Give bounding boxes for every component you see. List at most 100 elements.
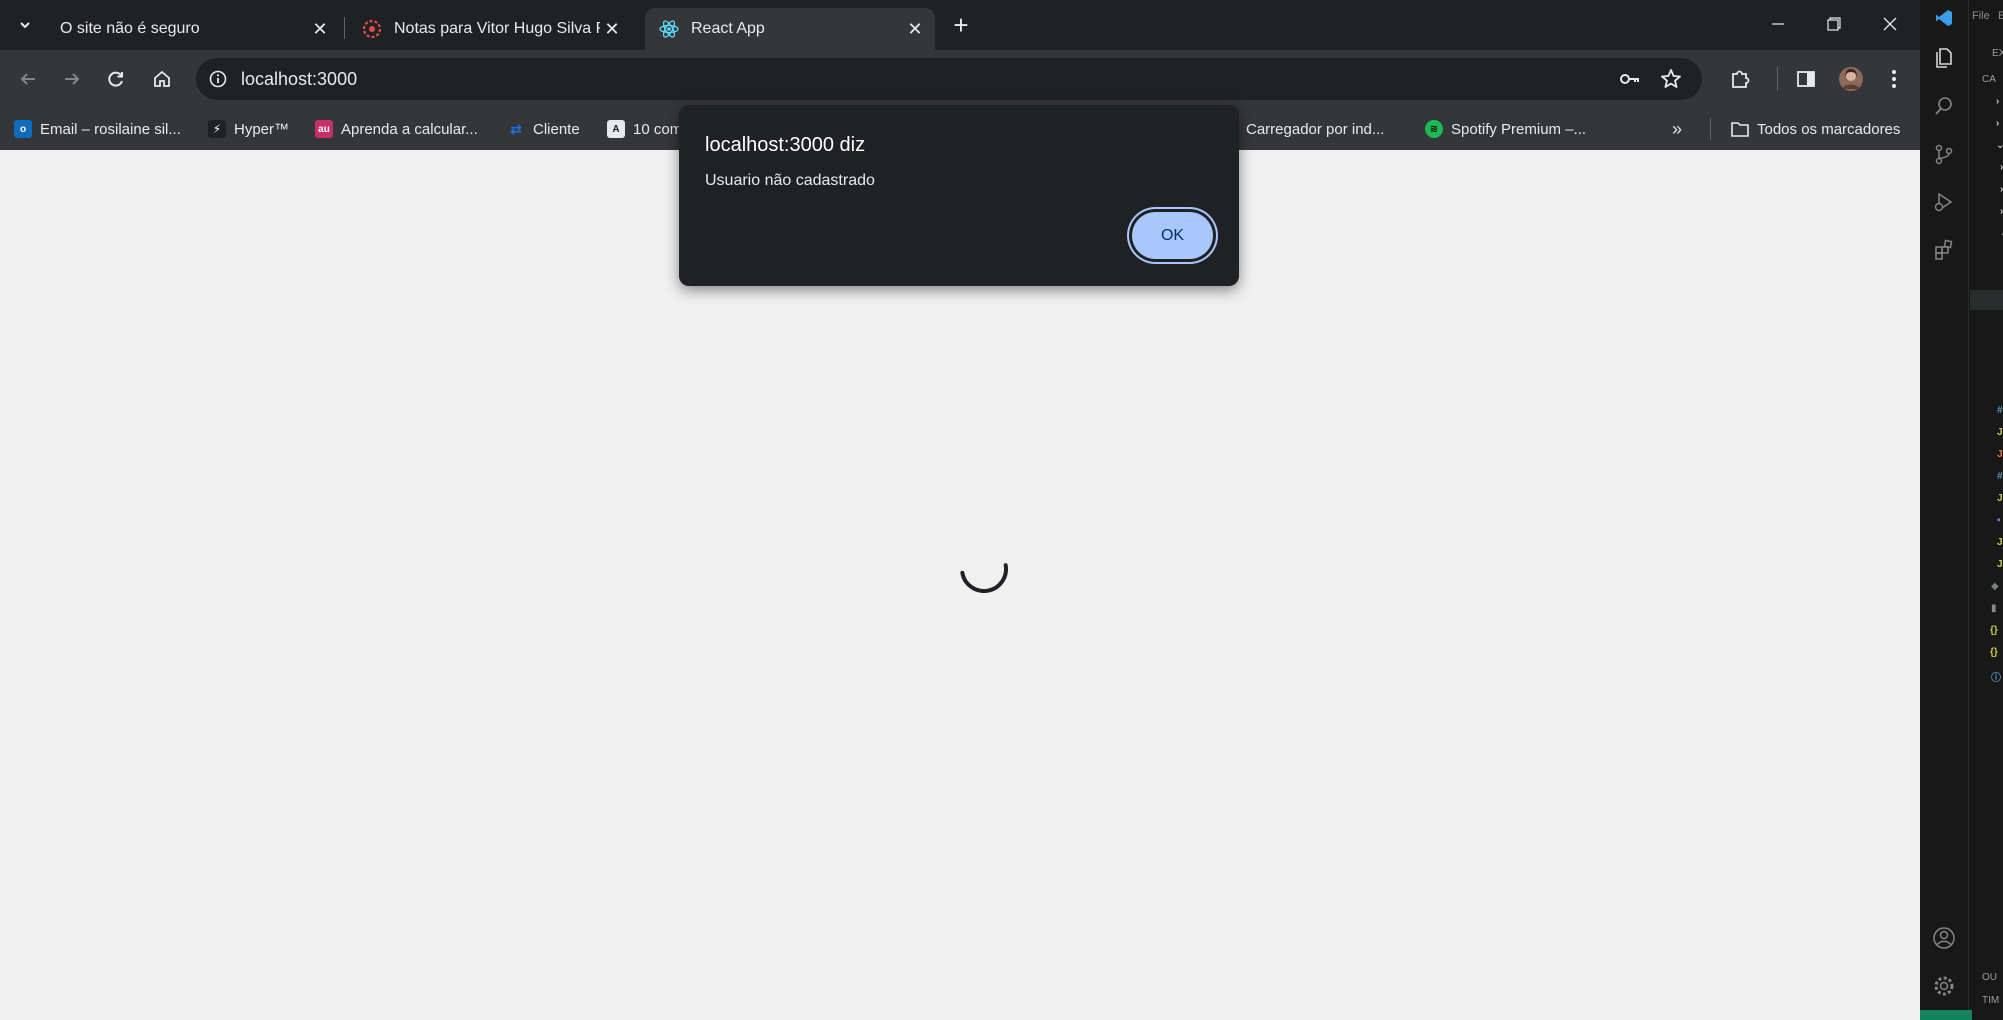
bookmark-email[interactable]: o Email – rosilaine sil... [14,118,181,140]
arrow-right-icon [65,73,80,85]
alert-title: localhost:3000 diz [705,134,866,156]
tab-notes[interactable]: Notas para Vitor Hugo Silva Ri ✕ [348,8,632,50]
tab-react-app[interactable]: React App ✕ [645,8,935,50]
bookmark-label: Email – rosilaine sil... [40,120,181,138]
bookmark-hyper[interactable]: ⚡ Hyper™ [208,118,289,140]
more-vert-icon [1892,70,1896,88]
loading-spinner-icon [960,563,1008,593]
home-button[interactable] [146,63,178,95]
address-bar[interactable]: localhost:3000 [196,58,1702,100]
bookmark-cliente[interactable]: ⇄ Cliente [507,118,580,140]
more-bookmarks-button[interactable]: » [1672,118,1682,140]
outline-section-label[interactable]: OU [1982,972,1997,983]
plus-icon: + [953,9,969,40]
minimize-icon [1772,23,1784,25]
bookmark-aprenda[interactable]: au Aprenda a calcular... [315,118,478,140]
tab-title: React App [691,20,765,37]
bookmark-spotify[interactable]: ≋ Spotify Premium –... [1425,118,1586,140]
side-panel-icon [1797,71,1815,87]
settings-gear-icon[interactable] [1930,972,1958,1000]
menu-edit[interactable]: E [1998,10,2003,22]
hyper-icon: ⚡ [208,120,226,138]
extensions-button[interactable] [1724,63,1756,95]
forward-button[interactable] [56,63,88,95]
extensions-icon[interactable] [1930,236,1958,264]
side-panel-button[interactable] [1790,63,1822,95]
bookmark-label: Carregador por ind... [1246,120,1385,138]
search-icon[interactable] [1930,92,1958,120]
close-icon [1883,17,1897,31]
close-tab-icon[interactable]: ✕ [600,17,624,41]
restore-button[interactable] [1806,0,1862,48]
cliente-icon: ⇄ [510,120,522,137]
tab-divider [344,17,345,39]
vscode-logo-icon [1930,4,1958,32]
explorer-section-label[interactable]: CA [1982,74,1996,85]
tab-strip: O site não é seguro ✕ Notas para Vitor H… [0,0,1920,50]
chevron-right-icon: › [1996,96,2000,107]
chevron-down-icon: ⌄ [1996,140,2003,151]
back-button[interactable] [12,63,44,95]
svg-file-icon: ▪ [1997,515,2001,526]
bookmark-label: 10 com [633,120,683,138]
html-file-icon: ▮ [1991,603,1997,614]
json-file-icon: {} [1990,647,1998,658]
close-tab-icon[interactable]: ✕ [308,17,332,41]
bookmark-star-icon[interactable] [1659,67,1683,96]
alert-message: Usuario não cadastrado [705,172,875,189]
run-debug-icon[interactable] [1930,188,1958,216]
alert-dialog: localhost:3000 diz Usuario não cadastrad… [679,105,1239,286]
browser-menu-button[interactable] [1878,63,1910,95]
account-icon[interactable] [1930,924,1958,952]
tab-search-button[interactable] [8,8,42,42]
arrow-left-icon [20,73,35,85]
puzzle-icon [1732,70,1750,88]
css-file-icon: # [1997,405,2003,416]
explorer-header: EXP [1992,48,2003,59]
spotify-icon: ≋ [1425,120,1443,138]
home-icon [154,70,170,87]
profile-avatar[interactable] [1835,63,1867,95]
bookmark-label: Spotify Premium –... [1451,120,1587,138]
bookmark-label: Todos os marcadores [1757,120,1901,138]
all-bookmarks-folder[interactable]: Todos os marcadores [1731,118,1900,140]
remote-indicator[interactable] [1920,1010,1972,1020]
reload-button[interactable] [100,63,132,95]
bookmark-label: Cliente [533,120,580,138]
js-file-icon: JS [1997,449,2003,460]
git-file-icon: ◆ [1991,581,1999,592]
js-file-icon: JS [1997,537,2003,548]
bookmark-10-com[interactable]: A 10 com [607,118,682,140]
explorer-selected-row[interactable] [1970,290,2003,310]
readme-file-icon: ⓘ [1991,673,2001,684]
close-window-button[interactable] [1862,0,1918,48]
source-control-icon[interactable] [1930,140,1958,168]
close-tab-icon[interactable]: ✕ [903,17,927,41]
chevron-down-icon [20,22,30,29]
bookmark-label: Hyper™ [234,120,290,138]
notes-icon [362,19,382,39]
new-tab-button[interactable]: + [946,10,976,40]
avatar-icon [1839,67,1863,91]
tab-unsafe-site[interactable]: O site não é seguro ✕ [46,8,340,50]
outlook-icon: o [14,120,32,138]
tab-title: O site não é seguro [60,20,200,37]
bookmark-carregador[interactable]: Carregador por ind... [1228,118,1384,140]
minimize-button[interactable] [1750,0,1806,48]
password-key-icon[interactable] [1618,67,1642,96]
timeline-section-label[interactable]: TIM [1982,995,1999,1006]
css-file-icon: # [1997,471,2003,482]
folder-icon [1731,120,1749,138]
browser-window: O site não é seguro ✕ Notas para Vitor H… [0,0,1920,1020]
explorer-icon[interactable] [1930,44,1958,72]
chevron-right-icon: › [1996,118,2000,129]
toolbar-divider [1777,67,1778,91]
url-text[interactable]: localhost:3000 [241,69,357,90]
bookmarks-divider [1710,118,1711,140]
menu-file[interactable]: File [1972,10,1990,22]
reload-icon [108,71,123,87]
double-chevron-right-icon: » [1672,118,1683,139]
restore-icon [1827,17,1841,31]
site-info-icon[interactable] [206,67,230,91]
ok-button[interactable]: OK [1132,212,1213,259]
